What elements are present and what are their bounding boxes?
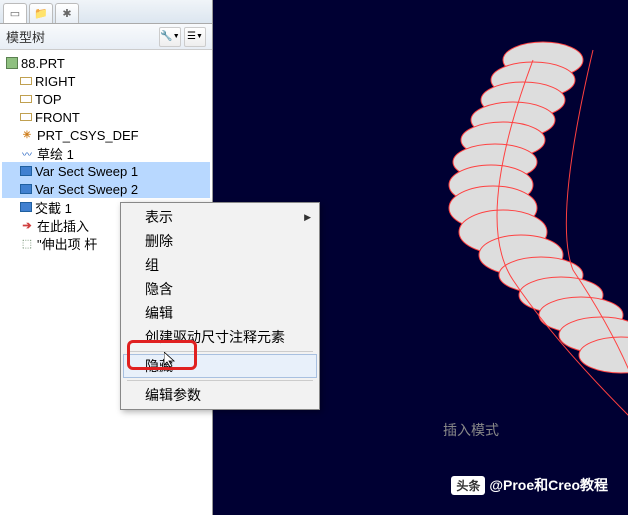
tab-folders[interactable]: 📁 (29, 3, 53, 23)
menu-separator (127, 351, 313, 352)
sketch-1[interactable]: 〰草绘 1 (2, 144, 210, 162)
datum-front-icon (20, 113, 32, 121)
menu-item-label: 编辑 (145, 303, 173, 323)
sidebar-tabs: ▭ 📁 ✱ (0, 0, 212, 24)
tool-show[interactable]: ☰▼ (184, 27, 206, 47)
datum-right-icon (20, 77, 32, 85)
tree-item-label: PRT_CSYS_DEF (37, 128, 139, 143)
var-sweep-1-icon (20, 166, 32, 176)
tool-settings[interactable]: 🔧▼ (159, 27, 181, 47)
context-menu[interactable]: 表示删除组隐含编辑创建驱动尺寸注释元素隐藏编辑参数 (120, 202, 320, 410)
wireframe-geometry (449, 42, 628, 420)
tree-root-label: 88.PRT (21, 56, 65, 71)
tab-favorites[interactable]: ✱ (55, 3, 79, 23)
menu-item-label: 编辑参数 (145, 385, 201, 405)
tree-item-label: 在此插入 (37, 216, 89, 235)
panel-title: 模型树 (6, 27, 45, 46)
sketch-1-icon: 〰 (20, 146, 34, 160)
datum-right[interactable]: RIGHT (2, 72, 210, 90)
menu-item-label: 隐含 (145, 279, 173, 299)
tab-tree[interactable]: ▭ (3, 3, 27, 23)
list-icon: ☰ (187, 31, 196, 42)
watermark: 头条 @Proe和Creo教程 (451, 475, 608, 495)
var-sweep-2[interactable]: Var Sect Sweep 2 (2, 180, 210, 198)
tree-item-label: TOP (35, 92, 62, 107)
tree-item-label: Var Sect Sweep 1 (35, 164, 138, 179)
extrude-item-icon: ⬚ (20, 236, 34, 250)
menu-item-label: 删除 (145, 231, 173, 251)
panel-tools: 🔧▼ ☰▼ (159, 27, 206, 47)
panel-header: 模型树 🔧▼ ☰▼ (0, 24, 212, 50)
menu-edit-params[interactable]: 编辑参数 (123, 383, 317, 407)
tree-icon: ▭ (10, 7, 20, 20)
menu-suppress[interactable]: 隐含 (123, 277, 317, 301)
tree-item-label: FRONT (35, 110, 80, 125)
tree-item-label: 草绘 1 (37, 144, 74, 163)
insert-here-icon: ➔ (20, 218, 34, 232)
menu-group[interactable]: 组 (123, 253, 317, 277)
menu-edit[interactable]: 编辑 (123, 301, 317, 325)
hammer-icon: 🔧 (160, 31, 172, 42)
star-icon: ✱ (62, 7, 71, 20)
menu-item-label: 创建驱动尺寸注释元素 (145, 327, 285, 347)
menu-create-driving-dim[interactable]: 创建驱动尺寸注释元素 (123, 325, 317, 349)
datum-top[interactable]: TOP (2, 90, 210, 108)
tree-item-label: "伸出项 杆 (37, 234, 97, 253)
tree-item-label: Var Sect Sweep 2 (35, 182, 138, 197)
var-sweep-2-icon (20, 184, 32, 194)
menu-separator (127, 380, 313, 381)
datum-top-icon (20, 95, 32, 103)
menu-item-label: 组 (145, 255, 159, 275)
watermark-text: @Proe和Creo教程 (489, 475, 608, 495)
csys-def-icon: ✳ (20, 128, 34, 142)
tree-item-label: 交截 1 (35, 198, 72, 217)
tree-item-label: RIGHT (35, 74, 75, 89)
insert-mode-label: 插入模式 (443, 420, 499, 440)
intersect-1-icon (20, 202, 32, 212)
menu-represent[interactable]: 表示 (123, 205, 317, 229)
watermark-chip: 头条 (451, 476, 485, 495)
csys-def[interactable]: ✳PRT_CSYS_DEF (2, 126, 210, 144)
menu-delete[interactable]: 删除 (123, 229, 317, 253)
datum-front[interactable]: FRONT (2, 108, 210, 126)
menu-hide[interactable]: 隐藏 (123, 354, 317, 378)
menu-item-label: 隐藏 (145, 356, 173, 376)
folder-icon: 📁 (34, 7, 48, 20)
var-sweep-1[interactable]: Var Sect Sweep 1 (2, 162, 210, 180)
tree-root[interactable]: 88.PRT (2, 54, 210, 72)
menu-item-label: 表示 (145, 207, 173, 227)
part-icon (6, 57, 18, 69)
